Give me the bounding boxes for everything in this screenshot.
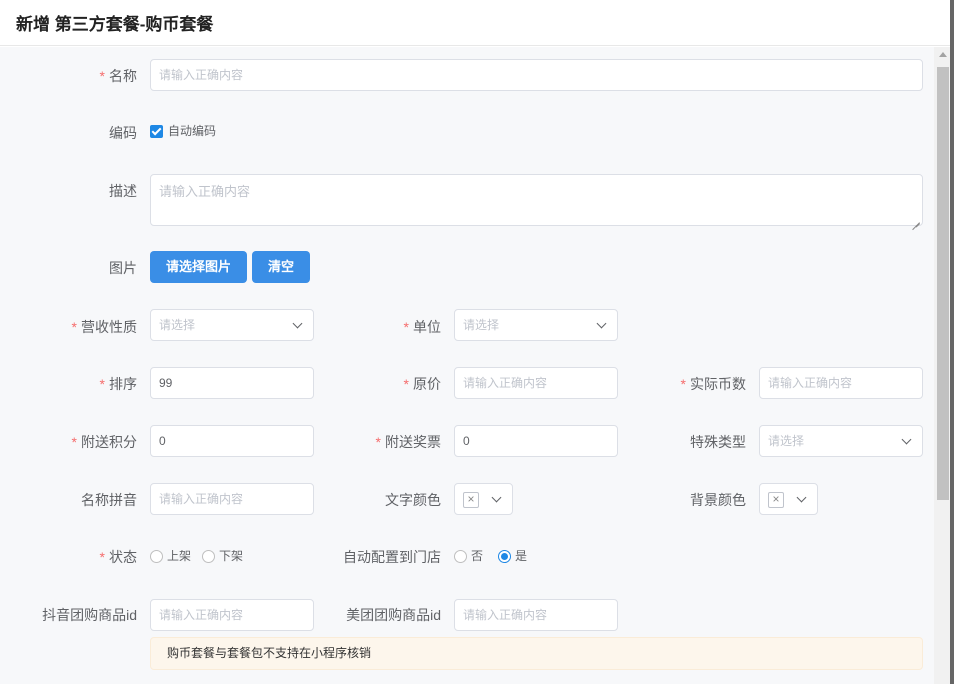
status-radio-off-shelf[interactable] [202,550,215,563]
auto-store-option-yes: 是 [515,549,528,563]
text-color-picker[interactable]: × [454,483,513,515]
chevron-down-icon [491,492,502,503]
original-price-input[interactable]: 请输入正确内容 [454,367,618,399]
scrollbar-thumb[interactable] [937,67,949,500]
image-label: 图片 [109,260,137,276]
meituan-id-label: 美团团购商品id [346,607,441,623]
name-pinyin-label: 名称拼音 [81,492,137,508]
select-image-button[interactable]: 请选择图片 [150,251,247,283]
name-label: * 名称 [99,68,137,84]
sort-label: * 排序 [99,376,137,392]
text-color-label: 文字颜色 [385,492,441,508]
code-label: 编码 [109,125,137,141]
special-type-select[interactable]: 请选择 [759,425,923,457]
name-pinyin-input[interactable]: 请输入正确内容 [150,483,314,515]
bonus-tickets-label: * 附送奖票 [375,434,441,450]
resize-handle-icon[interactable] [912,215,920,223]
status-label: * 状态 [99,549,137,565]
revenue-type-select[interactable]: 请选择 [150,309,314,341]
notice-alert: 购币套餐与套餐包不支持在小程序核销 [150,637,923,670]
unit-label: * 单位 [403,319,441,335]
auto-code-checkbox[interactable] [150,125,163,138]
original-price-label: * 原价 [403,376,441,392]
form-body: * 名称 请输入正确内容 编码 自动编码 描述 请输入正确内容 图片 请选择图片 … [0,47,934,684]
unit-select[interactable]: 请选择 [454,309,618,341]
status-radio-on-shelf[interactable] [150,550,163,563]
status-option-off-shelf: 下架 [219,549,244,563]
sort-input[interactable]: 99 [150,367,314,399]
bonus-points-label: * 附送积分 [71,434,137,450]
chevron-down-icon [292,318,303,329]
revenue-type-label: * 营收性质 [71,319,137,335]
empty-color-icon: × [768,492,784,508]
bonus-tickets-input[interactable]: 0 [454,425,618,457]
description-textarea[interactable]: 请输入正确内容 [150,174,923,226]
dialog-title: 新增 第三方套餐-购币套餐 [16,15,214,34]
douyin-id-label: 抖音团购商品id [42,607,137,623]
auto-store-option-no: 否 [471,549,484,563]
name-input[interactable]: 请输入正确内容 [150,59,923,91]
actual-coins-input[interactable]: 请输入正确内容 [759,367,923,399]
chevron-down-icon [901,434,912,445]
auto-store-radio-yes[interactable] [498,550,511,563]
window-edge [950,0,954,684]
auto-store-radio-no[interactable] [454,550,467,563]
clear-image-button[interactable]: 清空 [252,251,310,283]
chevron-down-icon [596,318,607,329]
douyin-id-input[interactable]: 请输入正确内容 [150,599,314,631]
auto-store-label: 自动配置到门店 [343,549,441,565]
bg-color-picker[interactable]: × [759,483,818,515]
meituan-id-input[interactable]: 请输入正确内容 [454,599,618,631]
empty-color-icon: × [463,492,479,508]
status-option-on-shelf: 上架 [167,549,192,563]
actual-coins-label: * 实际币数 [680,376,746,392]
chevron-down-icon [796,492,807,503]
scroll-up-arrow-icon[interactable] [939,52,947,57]
special-type-label: 特殊类型 [690,434,746,450]
auto-code-label: 自动编码 [168,124,217,138]
dialog-header: 新增 第三方套餐-购币套餐 [0,0,954,46]
bonus-points-input[interactable]: 0 [150,425,314,457]
bg-color-label: 背景颜色 [690,492,746,508]
description-label: 描述 [109,183,137,199]
